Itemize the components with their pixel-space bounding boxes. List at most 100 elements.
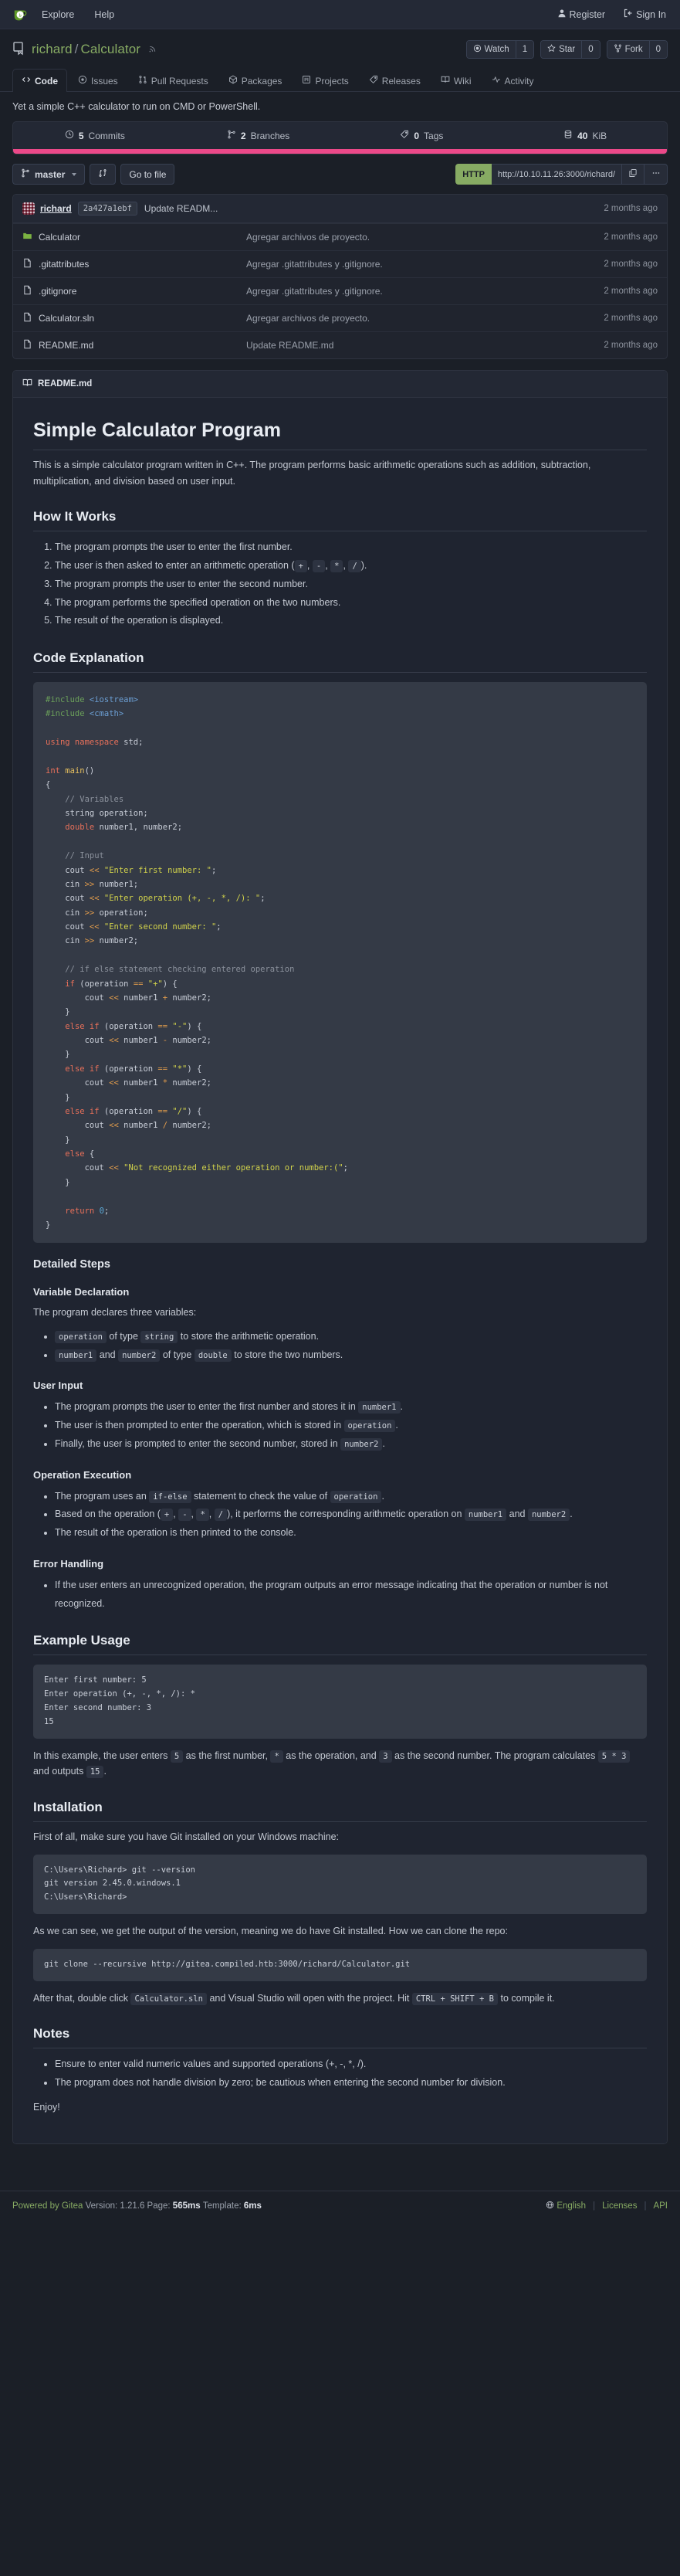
page-time: 565ms — [173, 2201, 201, 2211]
stat-tags-label: Tags — [424, 131, 443, 141]
after-clone-text: After that, double click Calculator.sln … — [33, 1991, 647, 2007]
op-plus: + — [295, 560, 307, 572]
nav-explore[interactable]: Explore — [40, 6, 76, 23]
code-number1: number1 — [55, 1349, 96, 1362]
powered-by-gitea-link[interactable]: Powered by Gitea — [12, 2201, 83, 2211]
file-commit-message[interactable]: Agregar .gitattributes y .gitignore. — [246, 259, 604, 270]
readme-filename: README.md — [38, 379, 92, 389]
person-icon — [557, 8, 567, 20]
go-to-file-button[interactable]: Go to file — [120, 164, 174, 185]
tab-issues[interactable]: Issues — [69, 69, 127, 92]
star-count[interactable]: 0 — [581, 41, 599, 58]
api-link[interactable]: API — [653, 2201, 668, 2211]
rss-icon[interactable] — [140, 44, 157, 56]
compare-button[interactable] — [90, 164, 116, 185]
latest-commit-header: richard 2a427a1ebf Update READM... 2 mon… — [13, 195, 667, 223]
tab-projects[interactable]: Projects — [293, 69, 357, 92]
file-icon — [22, 339, 32, 351]
stat-tags[interactable]: 0 Tags — [340, 122, 504, 149]
copy-url-button[interactable] — [621, 164, 644, 185]
tag-icon — [400, 130, 409, 141]
fork-button-group[interactable]: Fork 0 — [607, 40, 668, 59]
ui-b3-t1: Finally, the user is prompted to enter t… — [55, 1438, 340, 1449]
watch-count[interactable]: 1 — [516, 41, 533, 58]
clone-protocol-button[interactable]: HTTP — [455, 164, 492, 185]
installation-intro: First of all, make sure you have Git ins… — [33, 1829, 647, 1845]
stat-branches[interactable]: 2 Branches — [177, 122, 340, 149]
clock-icon — [65, 130, 74, 141]
code-three: 3 — [379, 1750, 391, 1763]
fork-icon — [614, 44, 622, 55]
table-row[interactable]: README.md Update README.md 2 months ago — [13, 331, 667, 358]
heading-detailed-steps: Detailed Steps — [33, 1258, 647, 1271]
tab-activity[interactable]: Activity — [482, 69, 543, 92]
version-text: Version: 1.21.6 Page: — [86, 2201, 171, 2211]
op-minus: - — [313, 560, 325, 572]
code-sln: Calculator.sln — [130, 1993, 207, 2005]
branch-selector[interactable]: master — [12, 164, 85, 185]
file-link[interactable]: README.md — [39, 340, 93, 351]
file-link[interactable]: .gitattributes — [39, 259, 89, 270]
stat-size[interactable]: 40 KiB — [503, 122, 667, 149]
file-commit-message[interactable]: Update README.md — [246, 340, 604, 351]
nav-signin[interactable]: Sign In — [622, 5, 668, 23]
table-row[interactable]: .gitattributes Agregar .gitattributes y … — [13, 250, 667, 277]
star-button-group[interactable]: Star 0 — [540, 40, 600, 59]
avatar — [22, 202, 35, 215]
star-button[interactable]: Star — [541, 41, 581, 58]
repo-header: richard/Calculator Watch 1 — [0, 29, 680, 59]
repo-owner-link[interactable]: richard — [32, 42, 73, 56]
stat-size-value: 40 — [577, 131, 587, 141]
oe-b2-t3: and — [506, 1509, 528, 1519]
table-row[interactable]: Calculator.sln Agregar archivos de proye… — [13, 304, 667, 331]
error-handling-list: If the user enters an unrecognized opera… — [33, 1576, 647, 1614]
fork-button[interactable]: Fork — [607, 41, 649, 58]
table-row[interactable]: .gitignore Agregar .gitattributes y .git… — [13, 277, 667, 304]
folder-icon — [22, 231, 32, 243]
copy-icon — [628, 168, 638, 180]
gitea-logo-icon[interactable]: b — [12, 6, 40, 23]
file-name-cell: .gitattributes — [22, 258, 246, 270]
list-item: The program does not handle division by … — [55, 2074, 647, 2092]
go-to-file-label: Go to file — [129, 169, 166, 180]
page-title: Simple Calculator Program — [33, 419, 647, 450]
tab-pull-requests[interactable]: Pull Requests — [129, 69, 218, 92]
commit-message[interactable]: Update READM... — [144, 203, 218, 214]
table-row[interactable]: Calculator Agregar archivos de proyecto.… — [13, 223, 667, 250]
commit-author-link[interactable]: richard — [40, 203, 72, 214]
tab-packages[interactable]: Packages — [219, 69, 292, 92]
repo-name-link[interactable]: Calculator — [81, 42, 141, 56]
op-minus: - — [178, 1509, 191, 1521]
file-commit-message[interactable]: Agregar archivos de proyecto. — [246, 313, 604, 324]
file-link[interactable]: .gitignore — [39, 286, 76, 297]
package-icon — [228, 75, 238, 87]
tab-code[interactable]: Code — [12, 69, 67, 92]
oe-b1-t1: The program uses an — [55, 1491, 149, 1502]
commit-sha[interactable]: 2a427a1ebf — [78, 202, 137, 216]
licenses-link[interactable]: Licenses — [602, 2201, 637, 2211]
repo-stats-card: 5 Commits 2 Branches 0 Tags 40 KiB — [12, 121, 668, 154]
tab-wiki[interactable]: Wiki — [431, 69, 481, 92]
oe-b2-t4: . — [570, 1509, 572, 1519]
language-selector[interactable]: English — [546, 2201, 586, 2211]
list-item: number1 and number2 of type double to st… — [55, 1346, 647, 1365]
file-link[interactable]: Calculator — [39, 232, 80, 243]
file-link[interactable]: Calculator.sln — [39, 313, 94, 324]
watch-button[interactable]: Watch — [467, 41, 516, 58]
clone-more-button[interactable] — [644, 164, 668, 185]
stat-commits[interactable]: 5 Commits — [13, 122, 177, 149]
watch-button-group[interactable]: Watch 1 — [466, 40, 535, 59]
vd-b1-t2: to store the arithmetic operation. — [178, 1331, 319, 1342]
file-icon — [22, 285, 32, 297]
list-item: The result of the operation is then prin… — [55, 1524, 647, 1543]
clone-url-input[interactable]: http://10.10.11.26:3000/richard/ — [492, 164, 621, 185]
file-commit-message[interactable]: Agregar archivos de proyecto. — [246, 232, 604, 243]
file-commit-message[interactable]: Agregar .gitattributes y .gitignore. — [246, 286, 604, 297]
tab-releases[interactable]: Releases — [360, 69, 430, 92]
nav-help[interactable]: Help — [93, 6, 116, 23]
file-age: 2 months ago — [604, 314, 658, 323]
nav-register[interactable]: Register — [556, 5, 607, 23]
fork-count[interactable]: 0 — [649, 41, 667, 58]
footer-divider: | — [593, 2201, 595, 2211]
tag-icon — [369, 75, 378, 87]
